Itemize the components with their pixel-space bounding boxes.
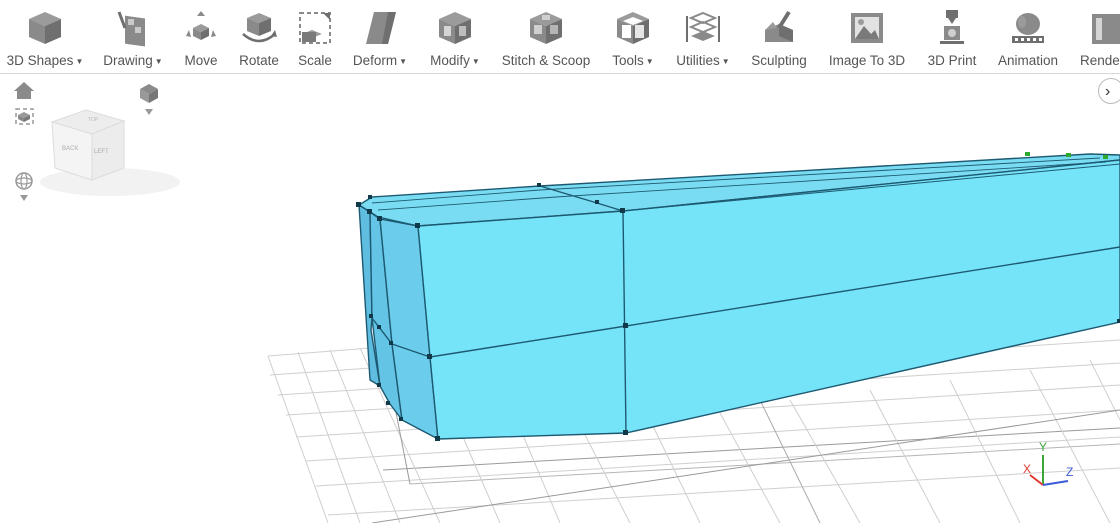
- toolbar-animation[interactable]: Animation: [992, 0, 1064, 73]
- view-cube[interactable]: TOP BACK LEFT: [40, 109, 180, 196]
- modify-icon: [439, 12, 471, 44]
- image-to-3d-icon: [851, 13, 883, 43]
- toolbar-drawing-label: Drawing: [103, 53, 153, 68]
- chevron-right-icon: ›: [1105, 83, 1111, 100]
- globe-icon: [15, 172, 33, 190]
- toolbar-drawing[interactable]: Drawing ▼: [98, 0, 168, 73]
- chevron-down-icon: ▼: [399, 56, 408, 66]
- toolbar-scale[interactable]: Scale: [293, 0, 337, 73]
- toolbar-deform-label: Deform: [352, 53, 398, 68]
- toolbar-rotate[interactable]: Rotate: [235, 0, 283, 73]
- move-icon: [186, 11, 216, 40]
- view-orientation-button[interactable]: [140, 84, 158, 115]
- 3d-viewport[interactable]: Y X Z TOP BACK LEFT ›: [0, 74, 1120, 523]
- axis-x-label: X: [1023, 462, 1031, 476]
- toolbar-modify[interactable]: Modify ▼: [424, 0, 486, 73]
- chevron-down-icon: ▼: [75, 56, 84, 66]
- toolbar-tools[interactable]: Tools ▼: [606, 0, 660, 73]
- 3d-print-icon: [940, 10, 964, 44]
- scale-icon: [299, 12, 331, 44]
- fit-view-button[interactable]: [15, 108, 34, 125]
- toolbar-render-label: Rende: [1080, 53, 1120, 68]
- toolbar-rotate-label: Rotate: [239, 53, 279, 68]
- tools-icon: [617, 12, 649, 44]
- chevron-down-icon: ▼: [721, 56, 730, 66]
- toolbar-stitch-scoop[interactable]: Stitch & Scoop: [498, 0, 594, 73]
- chevron-down-icon: ▼: [645, 56, 654, 66]
- toolbar-3d-print[interactable]: 3D Print: [922, 0, 982, 73]
- rotate-icon: [242, 13, 277, 43]
- toolbar-stitch-scoop-label: Stitch & Scoop: [501, 53, 591, 68]
- cube-icon: [29, 12, 61, 44]
- toolbar-image-to-3d-label: Image To 3D: [828, 53, 906, 68]
- view-cube-left-label: LEFT: [94, 149, 109, 155]
- toolbar-sculpting[interactable]: Sculpting: [746, 0, 812, 73]
- render-icon: [1092, 14, 1120, 44]
- toolbar-sculpting-label: Sculpting: [751, 53, 807, 68]
- perspective-toggle-button[interactable]: [15, 172, 33, 201]
- scene-canvas[interactable]: Y X Z TOP BACK LEFT: [0, 74, 1120, 523]
- toolbar-utilities[interactable]: Utilities ▼: [670, 0, 736, 73]
- toolbar-render[interactable]: Rende: [1074, 0, 1120, 73]
- view-cube-back-label: BACK: [62, 146, 78, 152]
- toolbar-image-to-3d[interactable]: Image To 3D: [822, 0, 912, 73]
- main-toolbar: 3D Shapes ▼ Drawing ▼ Move Rotate Scale …: [0, 0, 1120, 74]
- toolbar-modify-label: Modify: [430, 53, 470, 68]
- toolbar-utilities-label: Utilities: [676, 53, 720, 68]
- selected-box-object[interactable]: [356, 152, 1120, 441]
- chevron-down-icon: [145, 109, 153, 115]
- toolbar-tools-label: Tools: [612, 53, 644, 68]
- toolbar-move[interactable]: Move: [178, 0, 224, 73]
- toolbar-3d-shapes-label: 3D Shapes: [6, 53, 74, 68]
- toolbar-deform[interactable]: Deform ▼: [348, 0, 412, 73]
- drawing-icon: [117, 11, 145, 47]
- toolbar-3d-shapes[interactable]: 3D Shapes ▼: [4, 0, 86, 73]
- axis-y-label: Y: [1039, 440, 1047, 454]
- toolbar-scale-label: Scale: [298, 53, 332, 68]
- chevron-down-icon: ▼: [154, 56, 163, 66]
- chevron-down-icon: ▼: [471, 56, 480, 66]
- view-cube-top-label: TOP: [88, 117, 99, 123]
- home-view-button[interactable]: [14, 82, 34, 99]
- toolbar-move-label: Move: [184, 53, 218, 68]
- deform-icon: [366, 12, 396, 44]
- toolbar-animation-label: Animation: [997, 53, 1059, 68]
- utilities-icon: [686, 11, 720, 42]
- animation-icon: [1012, 13, 1044, 43]
- stitch-scoop-icon: [530, 12, 562, 44]
- home-icon: [14, 82, 34, 99]
- panel-toggle-button[interactable]: ›: [1098, 78, 1120, 104]
- axis-z-label: Z: [1066, 465, 1073, 479]
- chevron-down-icon: [20, 195, 28, 201]
- toolbar-3d-print-label: 3D Print: [927, 53, 977, 68]
- sculpting-icon: [765, 10, 793, 42]
